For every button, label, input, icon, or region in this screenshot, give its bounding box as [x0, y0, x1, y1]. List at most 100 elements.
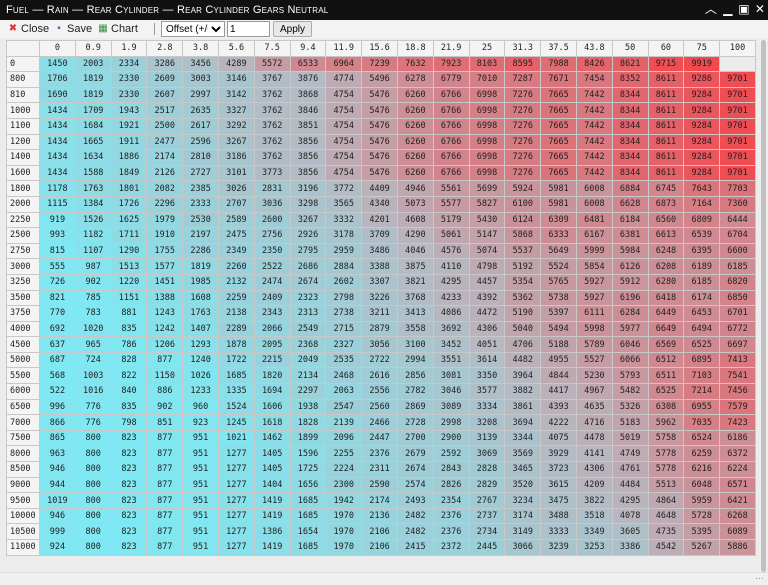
table-cell[interactable]: 6569: [647, 336, 685, 353]
table-cell[interactable]: 2900: [432, 429, 470, 447]
table-cell[interactable]: 4844: [540, 367, 577, 385]
table-cell[interactable]: 4472: [468, 305, 506, 322]
table-cell[interactable]: 7456: [719, 383, 756, 400]
table-cell[interactable]: 1451: [146, 273, 184, 291]
table-cell[interactable]: 1709: [74, 102, 112, 119]
table-cell[interactable]: 865: [39, 429, 76, 447]
table-cell[interactable]: 3762: [253, 86, 291, 104]
row-header[interactable]: 5500: [6, 367, 40, 385]
table-cell[interactable]: 3388: [361, 258, 398, 275]
table-cell[interactable]: 3856: [289, 133, 327, 151]
table-cell[interactable]: 4233: [432, 289, 470, 307]
table-cell[interactable]: 4706: [504, 336, 542, 353]
table-cell[interactable]: 5854: [575, 258, 613, 275]
table-cell[interactable]: 3577: [468, 383, 506, 400]
table-cell[interactable]: 4075: [540, 429, 577, 447]
table-cell[interactable]: 4110: [432, 258, 470, 275]
table-cell[interactable]: 828: [110, 351, 148, 369]
table-cell[interactable]: 6421: [719, 492, 756, 509]
table-cell[interactable]: 1419: [253, 507, 291, 525]
table-cell[interactable]: 8344: [611, 133, 649, 151]
table-cell[interactable]: 6600: [719, 242, 756, 260]
table-cell[interactable]: 1690: [39, 86, 76, 104]
table-cell[interactable]: 8352: [611, 71, 649, 88]
table-cell[interactable]: 1886: [110, 149, 148, 166]
table-cell[interactable]: 6772: [719, 320, 756, 338]
horizontal-scrollbar[interactable]: ⋯: [0, 572, 768, 585]
table-cell[interactable]: 6453: [683, 305, 721, 322]
table-cell[interactable]: 6216: [683, 461, 721, 478]
table-cell[interactable]: 1407: [182, 320, 219, 338]
table-cell[interactable]: 4306: [575, 461, 613, 478]
table-cell[interactable]: 2493: [396, 492, 434, 509]
vertical-scroll-thumb[interactable]: [761, 40, 766, 572]
table-cell[interactable]: 3520: [504, 476, 542, 494]
table-cell[interactable]: 568: [39, 367, 76, 385]
table-cell[interactable]: 2106: [361, 539, 398, 556]
table-cell[interactable]: 6701: [719, 305, 756, 322]
table-cell[interactable]: 7665: [540, 164, 577, 182]
table-cell[interactable]: 800: [74, 539, 112, 556]
table-cell[interactable]: 1513: [110, 258, 148, 275]
table-cell[interactable]: 2468: [325, 367, 363, 385]
table-cell[interactable]: 1685: [217, 367, 255, 385]
table-cell[interactable]: 2828: [468, 461, 506, 478]
table-cell[interactable]: 877: [146, 507, 184, 525]
table-cell[interactable]: 4967: [575, 383, 613, 400]
table-cell[interactable]: 2674: [289, 273, 327, 291]
table-cell[interactable]: 4046: [396, 242, 434, 260]
table-cell[interactable]: 886: [146, 383, 184, 400]
table-cell[interactable]: 2679: [396, 445, 434, 463]
table-cell[interactable]: 6766: [432, 133, 470, 151]
table-cell[interactable]: 6260: [396, 164, 434, 182]
table-cell[interactable]: 4542: [647, 539, 685, 556]
table-cell[interactable]: 2856: [396, 367, 434, 385]
table-cell[interactable]: 3486: [361, 242, 398, 260]
table-cell[interactable]: 4648: [647, 507, 685, 525]
table-cell[interactable]: 6260: [396, 149, 434, 166]
table-cell[interactable]: 7665: [540, 133, 577, 151]
table-cell[interactable]: 9701: [719, 102, 756, 119]
table-cell[interactable]: 4078: [611, 507, 649, 525]
table-cell[interactable]: 3186: [217, 149, 255, 166]
table-cell[interactable]: 2313: [289, 305, 327, 322]
table-cell[interactable]: 2063: [325, 383, 363, 400]
table-cell[interactable]: 6895: [683, 351, 721, 369]
table-cell[interactable]: 8611: [647, 102, 685, 119]
table-cell[interactable]: 2327: [325, 336, 363, 353]
table-cell[interactable]: 6100: [504, 195, 542, 213]
table-cell[interactable]: 5190: [504, 305, 542, 322]
table-cell[interactable]: 2106: [361, 523, 398, 540]
table-cell[interactable]: 3267: [289, 211, 327, 229]
table-cell[interactable]: 8611: [647, 149, 685, 166]
row-header[interactable]: 3750: [6, 305, 40, 322]
table-cell[interactable]: 2556: [361, 383, 398, 400]
table-cell[interactable]: 1596: [289, 445, 327, 463]
table-cell[interactable]: 1290: [110, 242, 148, 260]
table-cell[interactable]: 2635: [182, 102, 219, 119]
table-cell[interactable]: 2722: [361, 351, 398, 369]
table-cell[interactable]: 4484: [611, 476, 649, 494]
table-cell[interactable]: 785: [74, 289, 112, 307]
table-cell[interactable]: 2066: [253, 320, 291, 338]
table-cell[interactable]: 3768: [396, 289, 434, 307]
table-cell[interactable]: 823: [110, 461, 148, 478]
table-cell[interactable]: 6613: [647, 227, 685, 244]
table-cell[interactable]: 1277: [217, 492, 255, 509]
table-cell[interactable]: 8344: [611, 102, 649, 119]
table-cell[interactable]: 2767: [468, 492, 506, 509]
table-cell[interactable]: 5476: [361, 86, 398, 104]
table-cell[interactable]: 2385: [182, 180, 219, 197]
table-cell[interactable]: 4482: [504, 351, 542, 369]
table-cell[interactable]: 4735: [647, 523, 685, 540]
table-cell[interactable]: 1293: [182, 336, 219, 353]
table-cell[interactable]: 9715: [647, 55, 685, 73]
table-cell[interactable]: 5430: [468, 211, 506, 229]
table-cell[interactable]: 951: [182, 476, 219, 494]
table-cell[interactable]: 5524: [540, 258, 577, 275]
table-cell[interactable]: 5959: [683, 492, 721, 509]
table-cell[interactable]: 4290: [396, 227, 434, 244]
row-header[interactable]: 1600: [6, 164, 40, 182]
column-header[interactable]: 15.6: [361, 40, 398, 57]
table-cell[interactable]: 2334: [110, 55, 148, 73]
